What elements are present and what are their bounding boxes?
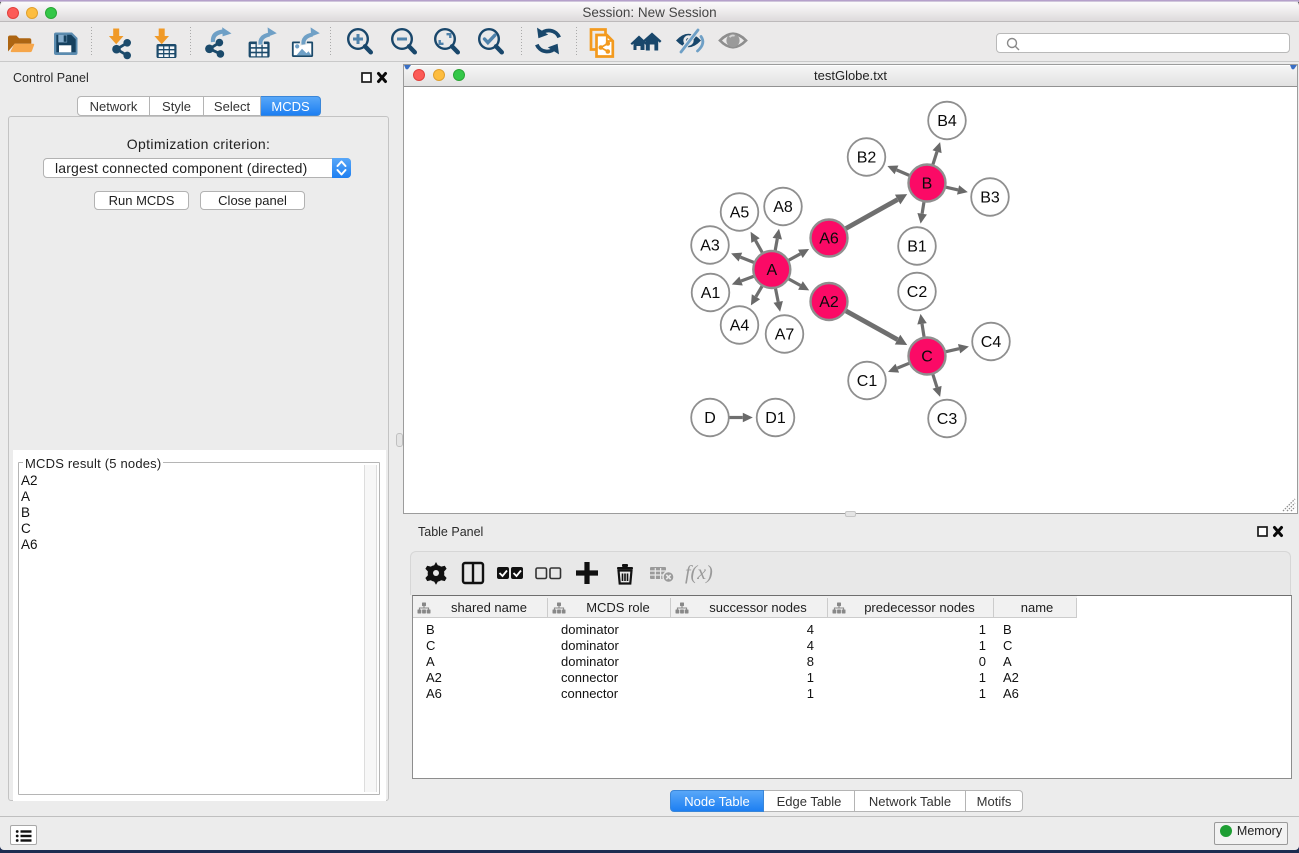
svg-text:A2: A2 (819, 294, 839, 311)
svg-text:C2: C2 (907, 284, 928, 301)
svg-text:A8: A8 (773, 199, 793, 216)
svg-text:A5: A5 (730, 205, 750, 222)
svg-text:C3: C3 (937, 411, 958, 428)
svg-text:C1: C1 (857, 373, 878, 390)
svg-text:C4: C4 (981, 334, 1002, 351)
svg-text:B1: B1 (907, 239, 927, 256)
svg-text:A6: A6 (819, 231, 839, 248)
svg-text:A4: A4 (730, 318, 750, 335)
svg-text:A: A (766, 262, 777, 279)
svg-text:B: B (922, 176, 933, 193)
svg-text:A1: A1 (701, 285, 721, 302)
svg-text:A3: A3 (700, 238, 720, 255)
svg-text:A7: A7 (775, 327, 795, 344)
svg-text:D: D (704, 410, 716, 427)
svg-text:D1: D1 (765, 410, 786, 427)
svg-text:C: C (921, 349, 933, 366)
svg-text:B4: B4 (937, 113, 957, 130)
svg-text:f(x): f(x) (685, 562, 713, 584)
svg-text:B3: B3 (980, 190, 1000, 207)
svg-text:B2: B2 (857, 150, 877, 167)
